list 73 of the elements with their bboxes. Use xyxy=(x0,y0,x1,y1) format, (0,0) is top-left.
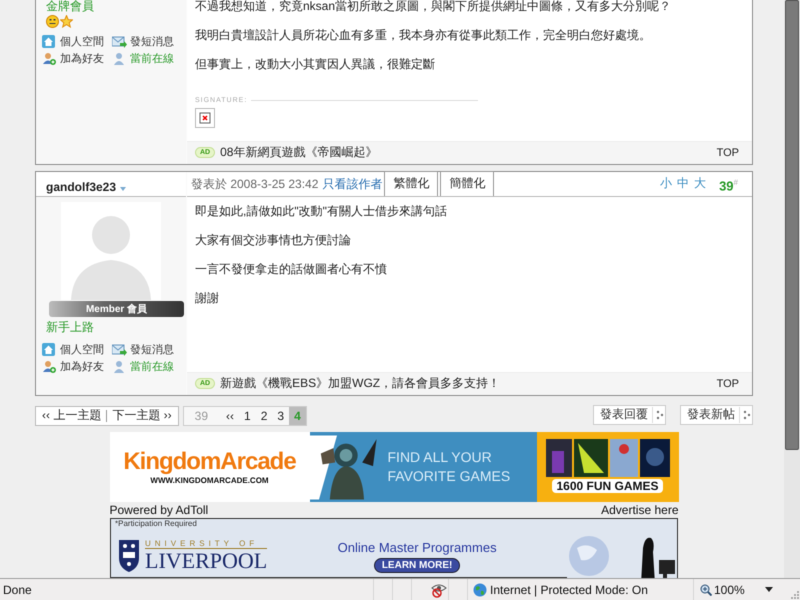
zoom-level[interactable]: 100% xyxy=(714,582,745,596)
ad-link[interactable]: 新遊戲《機戰EBS》加盟WGZ，請各會員多多支持！ xyxy=(220,375,712,392)
post-text: 謝謝 xyxy=(195,290,220,307)
caret-icon xyxy=(764,587,773,592)
user-add-icon xyxy=(42,52,57,65)
user-add-icon xyxy=(42,360,57,373)
action-button[interactable]: 發表回覆 xyxy=(593,404,666,425)
user-icon xyxy=(112,52,127,65)
banner-badge: 1600 FUN GAMES xyxy=(552,478,663,493)
prev-topic-link[interactable]: ‹‹ 上一主題 xyxy=(40,407,104,424)
next-topic-link[interactable]: 下一主題 ›› xyxy=(110,407,174,424)
page-link[interactable]: 3 xyxy=(272,406,290,425)
zoom-icon xyxy=(700,584,712,596)
ad-credit-link[interactable]: Powered by AdToll xyxy=(110,503,208,517)
status-text: Done xyxy=(2,582,33,596)
broken-image-icon xyxy=(195,108,215,128)
smiley-icon xyxy=(46,15,59,28)
page-link[interactable]: ‹‹ xyxy=(221,406,240,425)
banner-slogan: FIND ALL YOUR xyxy=(388,448,493,467)
dots-icon xyxy=(739,406,752,423)
home-icon xyxy=(42,35,57,48)
shield-icon xyxy=(119,540,139,572)
university-label: UNIVERSITY OF xyxy=(145,539,268,549)
ad-banner[interactable]: *Participation Required UNIVERSITY OF LIVERPOOL Online Master Programmes LEARN MORE! xyxy=(110,518,678,578)
page-count: 39 xyxy=(194,408,210,425)
profile-link[interactable]: 個人空間 xyxy=(60,342,104,357)
page-link[interactable]: 2 xyxy=(256,406,272,425)
envelope-icon xyxy=(112,35,127,48)
profile-link[interactable]: 發短消息 xyxy=(130,342,174,357)
script-tab[interactable]: 簡體化 xyxy=(440,170,494,196)
top-link[interactable]: TOP xyxy=(716,146,739,159)
learn-more-button[interactable]: LEARN MORE! xyxy=(374,558,460,572)
globe-icon xyxy=(473,582,487,596)
post-text: 即是如此,請做如此"改動"有關人士借步來講句話 xyxy=(195,202,448,220)
security-zone: Internet | Protected Mode: On xyxy=(490,582,648,596)
member-badge: Member 會員 xyxy=(49,300,184,317)
banner-url: WWW.KINGDOMARCADE.COM xyxy=(150,476,269,486)
post-text: 但事實上，改動大小其實因人異議，很難定斷 xyxy=(195,56,436,73)
advertise-link[interactable]: Advertise here xyxy=(601,503,678,517)
profile-link[interactable]: 加為好友 xyxy=(60,51,104,66)
star-icon xyxy=(60,15,73,28)
profile-link[interactable]: 個人空間 xyxy=(60,34,104,49)
member-rank: 金牌會員 xyxy=(46,0,95,13)
font-size-link[interactable]: 中 xyxy=(677,174,690,196)
user-icon xyxy=(112,360,127,373)
post-text: 大家有個交涉事情也方便討論 xyxy=(195,232,352,249)
page-link[interactable]: 1 xyxy=(239,406,256,425)
script-tab[interactable]: 繁體化 xyxy=(384,170,438,196)
action-button[interactable]: 發表新帖 xyxy=(680,404,753,425)
home-icon xyxy=(42,342,57,356)
banner-note: *Participation Required xyxy=(115,519,198,528)
ad-banner[interactable]: KingdomArcade WWW.KINGDOMARCADE.COM FIND ALL YOUR FAVORITE GAMES 1600 FUN GAMES xyxy=(110,432,678,502)
post-text: 我明白貴壇設計人員所花心血有多重，我本身亦有從事此類工作，完全明白您好處境。 xyxy=(195,27,652,44)
member-rank: 新手上路 xyxy=(46,318,95,336)
banner-logo-text: KingdomArcade xyxy=(123,448,296,476)
profile-link[interactable]: 加為好友 xyxy=(60,358,104,374)
banner-slogan: FAVORITE GAMES xyxy=(388,466,510,486)
dots-icon xyxy=(652,406,665,423)
scrollbar-thumb[interactable] xyxy=(785,0,799,450)
university-name: LIVERPOOL xyxy=(145,549,268,573)
profile-link[interactable]: 發短消息 xyxy=(130,34,174,49)
font-size-link[interactable]: 大 xyxy=(694,174,706,196)
post-date: 發表於 2008-3-25 23:42 xyxy=(191,176,318,193)
top-link[interactable]: TOP xyxy=(716,378,739,390)
post-text: 一言不發便拿走的話做圖者心有不憤 xyxy=(195,260,388,278)
banner-headline: Online Master Programmes xyxy=(338,540,497,554)
ad-link[interactable]: 08年新網頁遊戲《帝國崛起》 xyxy=(220,144,712,162)
font-size-link[interactable]: 小 xyxy=(660,174,672,196)
author-filter-link[interactable]: 只看該作者 xyxy=(322,176,382,196)
blocked-icon[interactable] xyxy=(430,582,448,598)
post-text: 不過我想知道，究竟nksan當初所敢之原圖，與閣下所提供網址中圖條，又有多大分別呢？ xyxy=(195,0,672,15)
envelope-icon xyxy=(112,342,127,356)
floor-number: 39$^{#}$ xyxy=(719,178,738,196)
